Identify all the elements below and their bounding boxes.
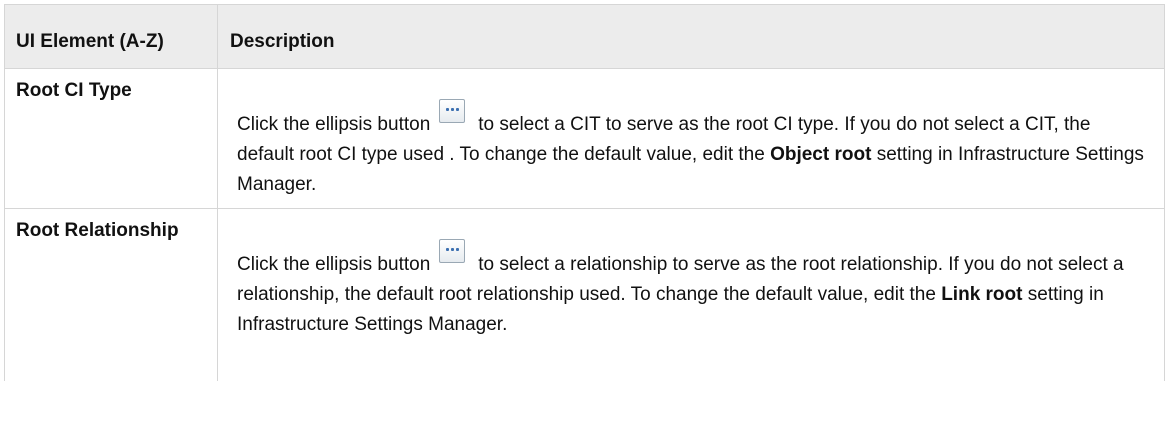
table-header-row: UI Element (A-Z) Description xyxy=(4,4,1165,69)
description-root-ci-type: Click the ellipsis button to select a CIT… xyxy=(217,68,1165,209)
header-ui-element: UI Element (A-Z) xyxy=(4,4,218,69)
description-root-relationship: Click the ellipsis button to select a rel… xyxy=(217,208,1165,381)
description-text: Click the ellipsis button xyxy=(237,254,431,275)
header-description: Description xyxy=(217,4,1165,69)
setting-name: Object root xyxy=(770,144,872,165)
description-text: Click the ellipsis button xyxy=(237,114,431,135)
element-name-root-relationship: Root Relationship xyxy=(4,208,218,381)
element-name-root-ci-type: Root CI Type xyxy=(4,68,218,209)
setting-name: Link root xyxy=(941,284,1023,305)
ellipsis-button-icon xyxy=(439,99,466,123)
table-row: Root CI Type Click the ellipsis button to… xyxy=(4,68,1165,209)
table-row: Root Relationship Click the ellipsis but… xyxy=(4,208,1165,381)
ui-elements-table: UI Element (A-Z) Description Root CI Typ… xyxy=(4,4,1165,381)
ellipsis-button-icon xyxy=(439,239,466,263)
